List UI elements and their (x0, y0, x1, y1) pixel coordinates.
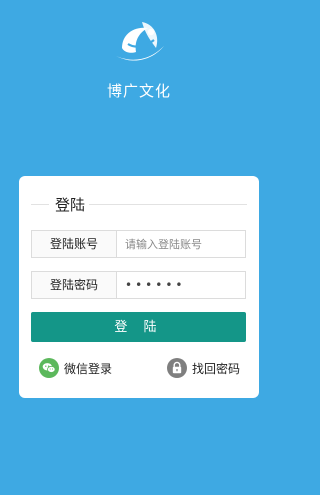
login-screen: 博广文化 登陆 登陆账号 登陆密码 登 陆 (0, 0, 278, 495)
account-input[interactable] (117, 231, 245, 257)
leaf-swoosh-logo-icon (116, 22, 164, 61)
login-card: 登陆 登陆账号 登陆密码 登 陆 微信登录 (19, 176, 259, 398)
login-button[interactable]: 登 陆 (31, 312, 246, 342)
recover-password-label: 找回密码 (191, 361, 240, 376)
wechat-login-label: 微信登录 (64, 361, 113, 376)
lock-icon (166, 358, 187, 378)
legend-divider-left (31, 204, 49, 205)
legend-divider-right (89, 204, 247, 205)
account-row: 登陆账号 (31, 230, 246, 258)
login-legend: 登陆 (53, 194, 88, 215)
password-input[interactable] (117, 272, 245, 298)
brand-name: 博广文化 (106, 82, 171, 100)
wechat-login-link[interactable]: 微信登录 (39, 358, 112, 378)
password-label: 登陆密码 (32, 272, 117, 298)
password-row: 登陆密码 (31, 271, 246, 299)
wechat-icon (39, 358, 59, 378)
recover-password-link[interactable]: 找回密码 (166, 358, 240, 378)
account-label: 登陆账号 (32, 231, 117, 257)
